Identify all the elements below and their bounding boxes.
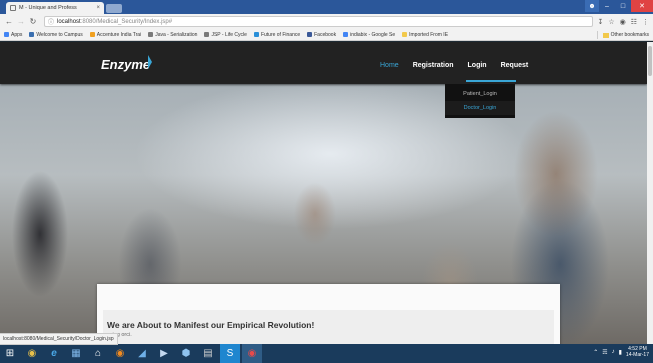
nav-registration[interactable]: Registration xyxy=(413,62,454,69)
page-scrollbar[interactable] xyxy=(647,42,653,344)
reload-icon[interactable]: ↻ xyxy=(28,17,38,26)
apps-icon xyxy=(4,32,9,37)
photos-icon[interactable]: ▦ xyxy=(66,344,86,363)
other-bookmarks-label: Other bookmarks xyxy=(610,32,649,38)
bookmark-item[interactable]: Facebook xyxy=(307,32,336,38)
star-icon[interactable]: ☆ xyxy=(608,18,614,26)
windows-taskbar: ⊞ ◉ e ▦ ⌂ ◉ ◢ ▶ ⬢ ▤ S ◉ ⌃ ☴ ♪ ▮ 4:52 PM … xyxy=(0,344,653,363)
brand-logo[interactable]: Enzyme xyxy=(101,57,150,72)
tab-title: M - Unique and Profess xyxy=(19,5,77,11)
bookmark-label: Future of Finance xyxy=(260,31,301,38)
nav-login[interactable]: Login xyxy=(468,62,487,69)
dropdown-item-patient-login[interactable]: Patient_Login xyxy=(445,87,515,101)
bookmark-icon xyxy=(402,32,408,37)
bookmark-label: Facebook xyxy=(314,31,337,38)
page-icon xyxy=(10,5,16,11)
site-navbar: Enzyme Home Registration Login Request xyxy=(0,42,647,84)
tray-chevron-icon[interactable]: ⌃ xyxy=(593,349,598,356)
menu-icon[interactable]: ⋮ xyxy=(642,18,649,26)
extension-2-icon[interactable]: ☷ xyxy=(631,18,637,26)
notes-icon[interactable]: ▤ xyxy=(198,344,218,363)
info-icon[interactable]: ⓘ xyxy=(48,17,54,26)
divider xyxy=(596,31,598,39)
user-profile-icon[interactable]: ☻ xyxy=(585,0,599,12)
netbeans-icon[interactable]: ◢ xyxy=(132,344,152,363)
bookmark-label: Welcome to Campus xyxy=(36,31,83,38)
volume-icon[interactable]: ♪ xyxy=(612,349,615,355)
brand-mark-icon xyxy=(148,55,152,69)
system-tray: ⌃ ☴ ♪ ▮ 4:52 PM 14-Mar-17 xyxy=(593,346,649,358)
bookmark-item[interactable]: Java - Serialization xyxy=(148,32,197,38)
back-icon[interactable]: ← xyxy=(4,17,14,26)
close-tab-icon[interactable]: × xyxy=(96,5,100,11)
media-icon[interactable]: ▶ xyxy=(154,344,174,363)
bookmark-item[interactable]: Imported From IE xyxy=(402,32,448,38)
bookmark-icon xyxy=(253,32,259,37)
scrollbar-thumb[interactable] xyxy=(648,46,652,76)
bookmark-item[interactable]: JSP - Life Cycle xyxy=(204,31,247,38)
bookmark-label: Apps xyxy=(11,31,23,38)
login-active-indicator xyxy=(466,80,516,82)
home-icon[interactable]: ⌂ xyxy=(88,344,108,363)
other-bookmarks[interactable]: Other bookmarks xyxy=(596,31,649,39)
clock[interactable]: 4:52 PM 14-Mar-17 xyxy=(626,346,649,358)
webpage: ••• Enzyme HomeRegistrationLoginRequest … xyxy=(0,42,647,344)
edge-icon[interactable]: e xyxy=(44,344,64,363)
new-tab-button[interactable] xyxy=(106,4,122,13)
bookmark-label: Imported From IE xyxy=(409,31,449,38)
card-title: We are About to Manifest our Empirical R… xyxy=(107,320,315,330)
address-bar[interactable]: ⓘ localhost :8080/Medical_Security/Index… xyxy=(44,16,594,27)
nav-links: Home Registration Login Request xyxy=(380,62,528,69)
skype-icon[interactable]: S xyxy=(220,344,240,363)
chrome-active-icon[interactable]: ◉ xyxy=(242,344,262,363)
welcome-card: We are About to Manifest our Empirical R… xyxy=(97,284,560,344)
bookmark-item[interactable]: Future of Finance xyxy=(253,31,301,38)
battery-icon[interactable]: ▮ xyxy=(619,349,622,356)
bookmark-icon xyxy=(148,32,154,37)
download-icon[interactable]: ↧ xyxy=(597,18,603,26)
maximize-icon[interactable]: □ xyxy=(615,0,631,12)
bookmark-item[interactable]: Accenture India Trai xyxy=(89,31,142,38)
url-path: :8080/Medical_Security/Index.jsp# xyxy=(80,18,173,25)
nav-request[interactable]: Request xyxy=(501,62,529,69)
bookmark-label: Java - Serialization xyxy=(155,31,198,38)
bookmark-label: Accenture India Trai xyxy=(96,31,142,38)
bookmark-icon xyxy=(29,32,35,37)
bookmarks-bar: Apps Welcome to Campus Accenture India Tra… xyxy=(0,29,653,41)
browser-icon[interactable]: ◉ xyxy=(110,344,130,363)
bookmark-icon xyxy=(204,32,210,37)
bookmark-item[interactable]: Welcome to Campus xyxy=(29,31,83,38)
folder-icon xyxy=(602,32,609,38)
nav-home[interactable]: Home xyxy=(380,62,399,69)
close-window-icon[interactable]: ✕ xyxy=(631,0,653,12)
login-dropdown: Patient_Login Doctor_Login xyxy=(445,84,515,118)
extension-icon[interactable]: ◉ xyxy=(620,18,626,26)
browser-tab[interactable]: M - Unique and Profess × xyxy=(6,2,104,14)
window-controls: ☻ – □ ✕ xyxy=(585,0,653,12)
bookmark-label: JSP - Life Cycle xyxy=(211,31,247,38)
start-icon[interactable]: ⊞ xyxy=(0,344,20,363)
url-host: localhost xyxy=(57,18,81,25)
bookmark-icon xyxy=(343,32,349,37)
dropdown-item-doctor-login[interactable]: Doctor_Login xyxy=(445,101,515,115)
clock-date: 14-Mar-17 xyxy=(625,352,649,358)
minimize-icon[interactable]: – xyxy=(599,0,615,12)
network-icon[interactable]: ☴ xyxy=(602,349,607,356)
apps-shortcut[interactable]: Apps xyxy=(4,32,22,38)
browser-titlebar: M - Unique and Profess × ☻ – □ ✕ xyxy=(0,0,653,14)
toolbar-actions: ↧ ☆ ◉ ☷ ⋮ xyxy=(597,18,649,26)
chrome-taskbar-icon[interactable]: ◉ xyxy=(22,344,42,363)
browser-toolbar: ← → ↻ ⓘ localhost :8080/Medical_Security… xyxy=(0,14,653,29)
bookmark-icon xyxy=(89,32,95,37)
bookmark-item[interactable]: indiabix - Google Se xyxy=(343,32,395,38)
status-url: localhost:8080/Medical_Security/Doctor_L… xyxy=(0,333,118,345)
cube-icon[interactable]: ⬢ xyxy=(176,344,196,363)
bookmark-label: indiabix - Google Se xyxy=(350,31,396,38)
bookmark-icon xyxy=(307,32,313,37)
forward-icon[interactable]: → xyxy=(16,17,26,26)
